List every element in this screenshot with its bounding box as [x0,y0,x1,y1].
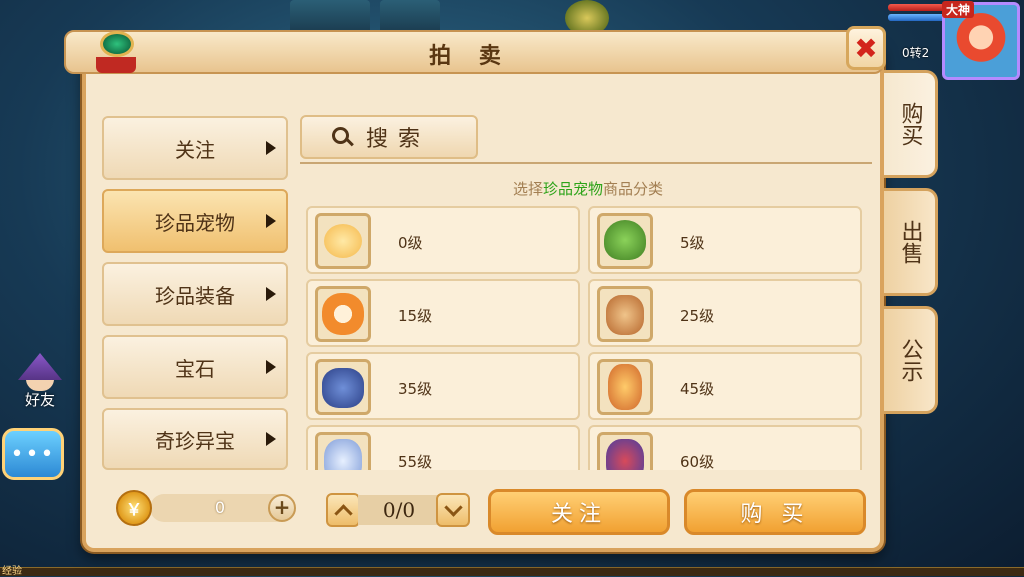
arrow-right-icon [266,287,276,301]
hint-suffix: 商品分类 [603,180,664,198]
buy-button-label: 购 买 [740,502,810,527]
add-currency-button[interactable]: + [268,494,296,522]
pet-level-label: 15级 [398,307,433,325]
tab-label: 公示 [897,338,923,382]
page-down-button[interactable] [436,493,470,527]
category-label: 奇珍异宝 [155,428,235,453]
pet-level-card[interactable]: 0级 [306,206,580,274]
hp-bar [888,4,948,11]
tab-label: 出售 [897,220,923,264]
pet-deer-icon [597,286,653,342]
arrow-right-icon [266,214,276,228]
buy-button[interactable]: 购 买 [684,489,866,535]
pet-horse-icon [597,359,653,415]
follow-button-label: 关注 [550,502,607,527]
page-up-button[interactable] [326,493,360,527]
search-label: 搜索 [366,127,431,152]
exp-bar [0,567,1024,576]
friends-label: 好友 [24,391,55,409]
pet-level-label: 45级 [680,380,715,398]
pet-level-card[interactable]: 60级 [588,425,862,470]
pet-spirit-icon [315,432,371,470]
chevron-up-icon [333,503,353,523]
category-gems[interactable]: 宝石 [102,335,288,399]
level-text: 0转2 [902,46,930,60]
pet-level-label: 60级 [680,453,715,470]
exp-label: 经验 [2,566,22,577]
pet-bull-icon [315,359,371,415]
category-hint: 选择珍品宠物商品分类 [300,178,876,199]
pet-level-card[interactable]: 55级 [306,425,580,470]
pet-tiger-icon [315,286,371,342]
close-button[interactable]: ✖ [846,26,886,70]
category-rare-pets[interactable]: 珍品宠物 [102,189,288,253]
tab-buy[interactable]: 购买 [884,70,938,178]
friends-button[interactable]: 好友 [10,353,70,411]
friend-hat-icon [18,353,62,380]
category-follow[interactable]: 关注 [102,116,288,180]
status-bars [888,4,948,24]
coin-icon: ￥ [116,490,152,526]
follow-button[interactable]: 关注 [488,489,670,535]
arrow-right-icon [266,360,276,374]
pet-level-label: 5级 [680,234,705,252]
category-label: 宝石 [175,356,215,381]
pet-level-card[interactable]: 45级 [588,352,862,420]
search-button[interactable]: 搜索 [300,115,478,159]
arrow-right-icon [266,141,276,155]
category-label: 关注 [175,137,215,162]
divider [300,162,872,164]
search-icon [332,127,354,147]
pet-level-label: 0级 [398,234,423,252]
pet-warrior-icon [597,432,653,470]
chat-bubble-icon: ••• [10,441,56,467]
category-label: 珍品装备 [155,283,235,308]
hint-prefix: 选择 [512,180,543,198]
hint-highlight: 珍品宠物 [542,180,603,198]
pet-turtle-icon [597,213,653,269]
category-rare-equipment[interactable]: 珍品装备 [102,262,288,326]
chat-button[interactable]: ••• [2,428,64,480]
arrow-right-icon [266,432,276,446]
avatar-badge: 大神 [942,1,975,18]
chevron-down-icon [443,497,463,517]
pet-level-card[interactable]: 15级 [306,279,580,347]
pet-bun-icon [315,213,371,269]
category-label: 珍品宠物 [155,210,235,235]
pet-level-card[interactable]: 25级 [588,279,862,347]
pet-level-card[interactable]: 35级 [306,352,580,420]
pet-level-card[interactable]: 5级 [588,206,862,274]
category-treasures[interactable]: 奇珍异宝 [102,408,288,470]
close-icon: ✖ [854,31,878,65]
pet-level-label: 25级 [680,307,715,325]
mp-bar [888,14,948,21]
pet-level-label: 35级 [398,380,433,398]
pet-level-grid: 0级 5级 15级 25级 35级 45级 55级 60级 [306,206,868,470]
pet-level-label: 55级 [398,453,433,470]
page-indicator: 0/0 [358,495,440,525]
tab-announcement[interactable]: 公示 [884,306,938,414]
emblem-icon [96,31,138,75]
panel-title: 拍 卖 [429,44,511,69]
tab-label: 购买 [897,102,923,146]
tab-sell[interactable]: 出售 [884,188,938,296]
